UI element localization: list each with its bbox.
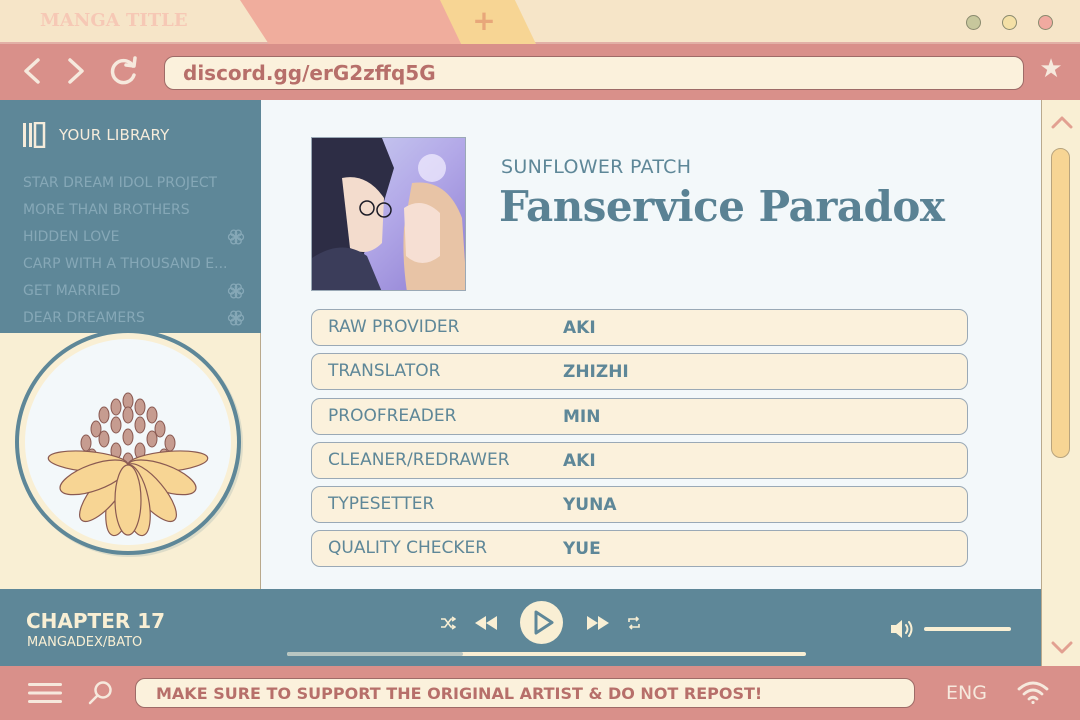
credits-list: RAW PROVIDER AKI TRANSLATOR ZHIZHI PROOFREAD…	[311, 309, 968, 575]
window-close-button[interactable]	[1038, 15, 1053, 30]
library-item-label: CARP WITH A THOUSAND E...	[23, 256, 228, 272]
flower-badge-icon	[227, 229, 245, 245]
flower-badge-icon	[227, 283, 245, 299]
reload-button[interactable]	[104, 52, 142, 90]
back-button[interactable]	[16, 52, 48, 90]
credit-name: YUE	[563, 539, 601, 560]
credit-role: TYPESETTER	[328, 494, 435, 515]
library-item[interactable]: GET MARRIED	[23, 280, 245, 307]
chapter-progress-fill	[287, 652, 464, 656]
chapter-credits-panel: SUNFLOWER PATCH Fanservice Paradox RAW P…	[261, 100, 1041, 589]
credit-role: TRANSLATOR	[328, 361, 441, 382]
series-cover-image	[311, 137, 466, 291]
notice-banner: MAKE SURE TO SUPPORT THE ORIGINAL ARTIST…	[135, 678, 915, 708]
credit-name: YUNA	[563, 495, 617, 516]
library-item-label: MORE THAN BROTHERS	[23, 202, 190, 218]
search-icon[interactable]	[88, 680, 114, 706]
wifi-icon[interactable]	[1017, 680, 1049, 704]
credit-role: PROOFREADER	[328, 405, 457, 426]
new-tab-plus-icon: +	[472, 4, 496, 37]
library-item-label: DEAR DREAMERS	[23, 310, 145, 326]
window-minimize-button[interactable]	[966, 15, 981, 30]
chapter-source: MANGADEX/BATO	[27, 635, 143, 650]
chevron-left-icon	[24, 58, 40, 84]
library-list: STAR DREAM IDOL PROJECT MORE THAN BROTHER…	[23, 172, 245, 334]
address-bar[interactable]: discord.gg/erG2zffq5G	[164, 56, 1024, 90]
sunflower-logo-panel	[0, 329, 261, 589]
credit-row: TRANSLATOR ZHIZHI	[311, 353, 968, 391]
bookmark-star-icon[interactable]: ★	[1036, 54, 1066, 84]
chevron-right-icon	[68, 58, 84, 84]
library-icon	[23, 122, 46, 148]
credit-role: QUALITY CHECKER	[328, 538, 488, 559]
chevron-up-icon	[1051, 116, 1072, 129]
scroll-thumb[interactable]	[1051, 148, 1070, 458]
media-player-bar: CHAPTER 17 MANGADEX/BATO	[0, 589, 1041, 666]
library-title: YOUR LIBRARY	[59, 126, 170, 144]
library-item[interactable]: CARP WITH A THOUSAND E...	[23, 253, 245, 280]
credit-row: CLEANER/REDRAWER AKI	[311, 441, 968, 479]
group-name: SUNFLOWER PATCH	[501, 156, 692, 178]
library-item-label: HIDDEN LOVE	[23, 229, 120, 245]
library-item[interactable]: DEAR DREAMERS	[23, 307, 245, 334]
credit-row: PROOFREADER MIN	[311, 397, 968, 435]
credit-role: RAW PROVIDER	[328, 317, 460, 337]
menu-icon[interactable]	[28, 683, 62, 703]
library-item[interactable]: MORE THAN BROTHERS	[23, 199, 245, 226]
library-item[interactable]: HIDDEN LOVE	[23, 226, 245, 253]
navigation-bar: discord.gg/erG2zffq5G ★	[0, 44, 1080, 100]
library-item-label: STAR DREAM IDOL PROJECT	[23, 175, 218, 191]
library-item[interactable]: STAR DREAM IDOL PROJECT	[23, 172, 245, 199]
flower-badge-icon	[227, 310, 245, 326]
fast-forward-icon[interactable]	[586, 615, 610, 631]
rewind-icon[interactable]	[474, 615, 498, 631]
credit-name: AKI	[563, 318, 596, 338]
status-bar: MAKE SURE TO SUPPORT THE ORIGINAL ARTIST…	[0, 666, 1080, 720]
title-bar: MANGA TITLE +	[0, 0, 1080, 44]
credit-row: TYPESETTER YUNA	[311, 486, 968, 524]
sunflower-logo	[15, 329, 243, 557]
browser-tab-label: MANGA TITLE	[40, 10, 188, 31]
library-sidebar: YOUR LIBRARY STAR DREAM IDOL PROJECT MORE…	[0, 100, 261, 333]
credit-role: CLEANER/REDRAWER	[328, 449, 510, 470]
address-url: discord.gg/erG2zffq5G	[183, 61, 436, 85]
chapter-number: CHAPTER 17	[26, 609, 166, 633]
credit-name: AKI	[563, 450, 596, 471]
language-indicator[interactable]: ENG	[946, 682, 987, 704]
play-icon	[534, 610, 554, 635]
window-maximize-button[interactable]	[1002, 15, 1017, 30]
credit-name: ZHIZHI	[563, 362, 629, 383]
chevron-down-icon	[1051, 641, 1072, 654]
scroll-down-button[interactable]	[1042, 630, 1080, 666]
notice-text: MAKE SURE TO SUPPORT THE ORIGINAL ARTIST…	[156, 684, 763, 703]
chapter-progress-bar[interactable]	[287, 652, 806, 656]
credit-row: RAW PROVIDER AKI	[311, 309, 968, 346]
series-title: Fanservice Paradox	[499, 182, 945, 231]
scroll-up-button[interactable]	[1042, 104, 1080, 140]
library-item-label: GET MARRIED	[23, 283, 121, 299]
volume-slider[interactable]	[924, 627, 1011, 631]
repeat-icon[interactable]	[627, 616, 641, 630]
credit-name: MIN	[563, 406, 601, 427]
play-button[interactable]	[520, 601, 563, 644]
credit-row: QUALITY CHECKER YUE	[311, 530, 968, 568]
forward-button[interactable]	[60, 52, 92, 90]
vertical-scrollbar[interactable]	[1041, 100, 1080, 666]
shuffle-icon[interactable]	[440, 616, 456, 630]
reload-icon	[110, 56, 137, 85]
volume-icon[interactable]	[890, 618, 916, 640]
